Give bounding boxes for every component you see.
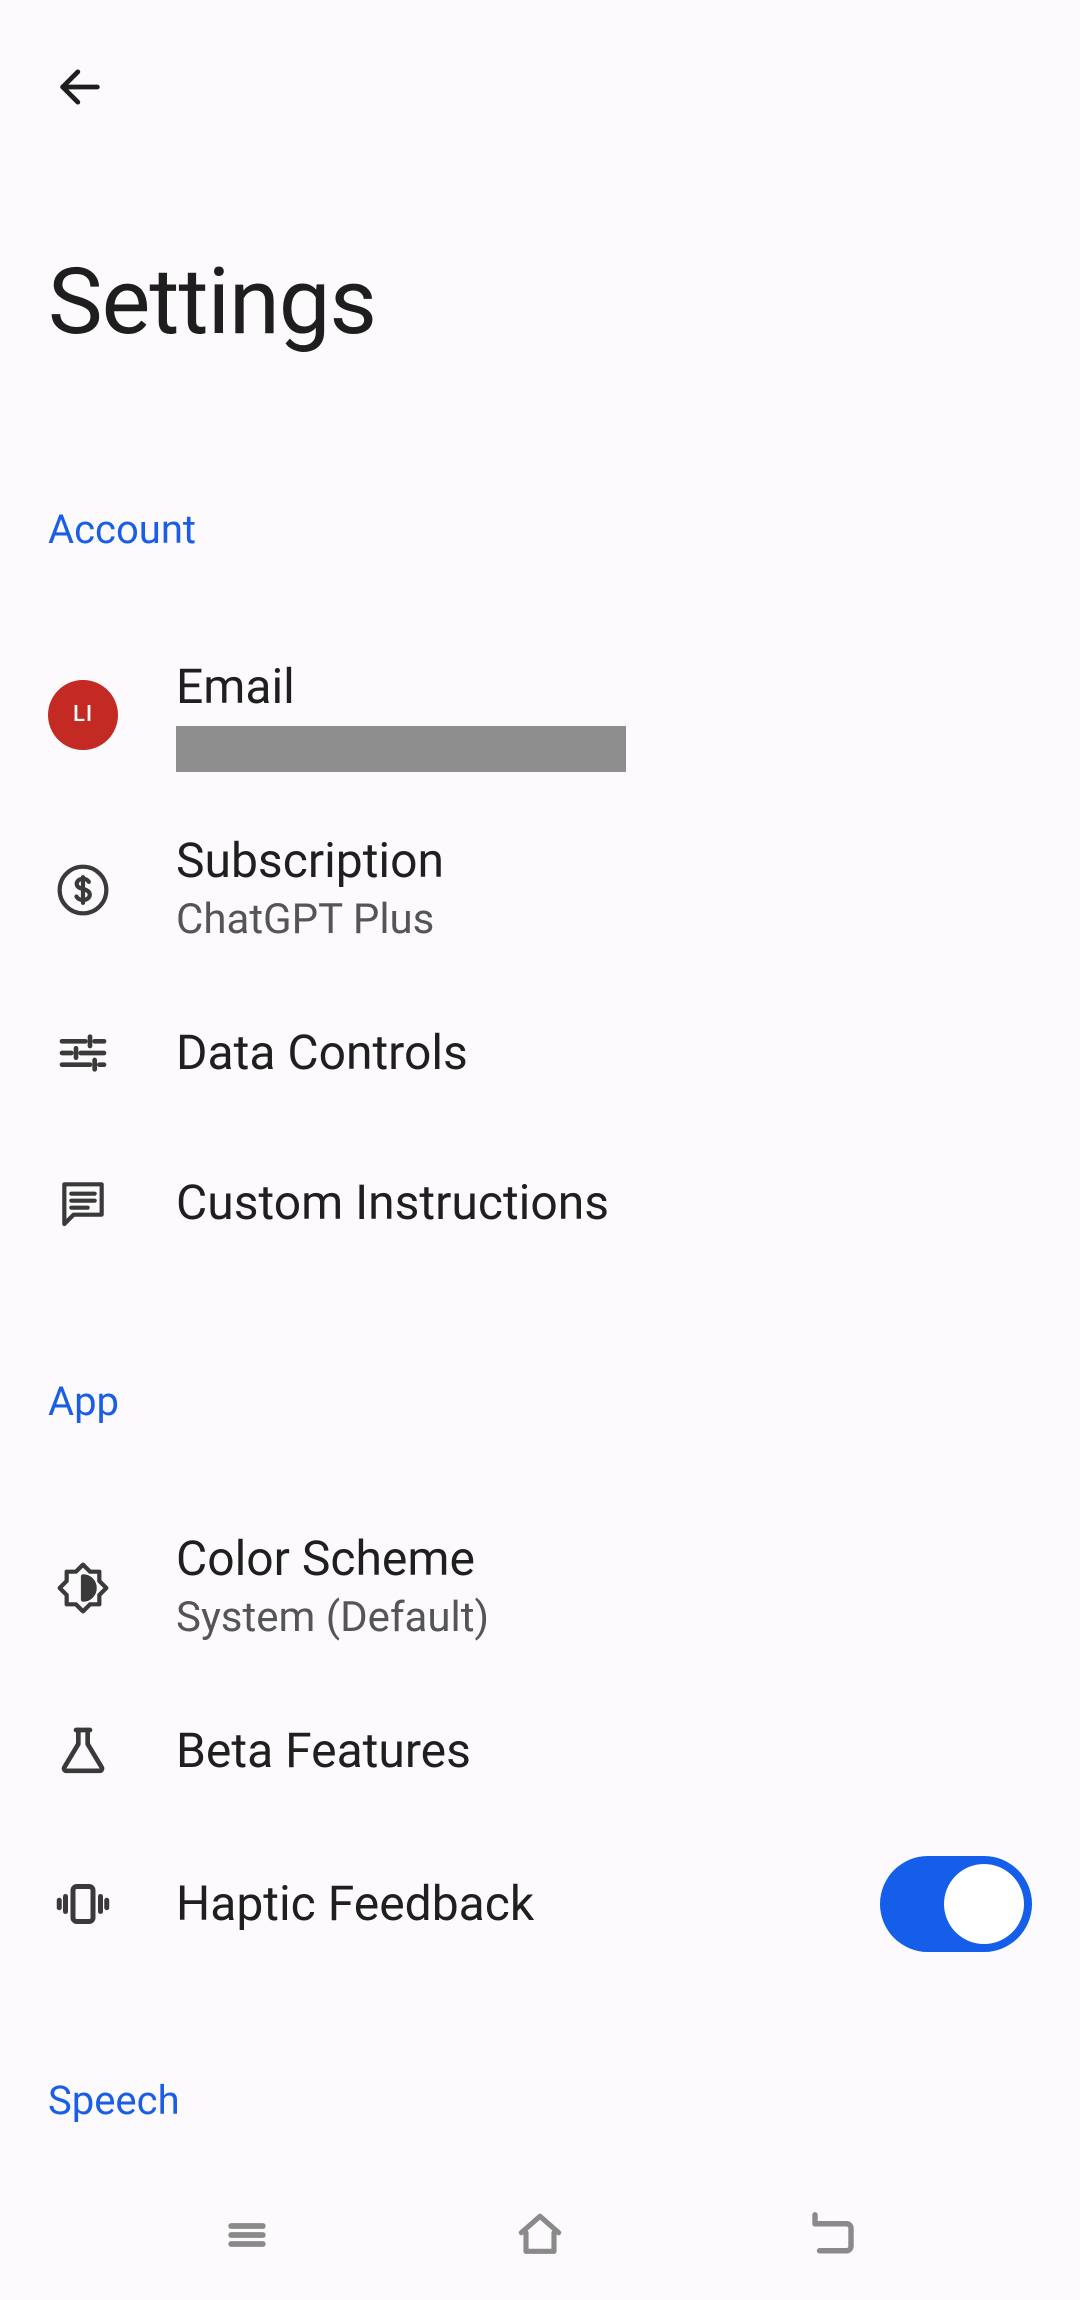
nav-back-button[interactable] [793,2195,873,2275]
row-email[interactable]: LI Email [0,628,1080,802]
row-color-scheme[interactable]: Color Scheme System (Default) [0,1500,1080,1676]
message-icon [55,1175,111,1231]
row-custom-instructions[interactable]: Custom Instructions [0,1128,1080,1278]
arrow-left-icon [54,61,106,113]
row-subscription[interactable]: Subscription ChatGPT Plus [0,802,1080,978]
sliders-icon [55,1025,111,1081]
row-haptic-feedback: Haptic Feedback [0,1826,1080,1982]
haptic-feedback-toggle[interactable] [880,1856,1032,1952]
toggle-knob [944,1864,1024,1944]
row-data-controls[interactable]: Data Controls [0,978,1080,1128]
avatar: LI [48,680,118,750]
back-button[interactable] [48,55,112,119]
row-custom-instructions-title: Custom Instructions [176,1174,1032,1232]
section-header-speech: Speech [0,2077,1080,2124]
vibration-icon [53,1874,113,1934]
brightness-icon [55,1560,111,1616]
row-beta-features-title: Beta Features [176,1722,1032,1780]
section-header-account: Account [0,506,1080,553]
row-color-scheme-title: Color Scheme [176,1530,1032,1588]
row-haptic-feedback-title: Haptic Feedback [176,1875,822,1933]
row-subscription-title: Subscription [176,832,1032,890]
row-data-controls-title: Data Controls [176,1024,1032,1082]
page-title: Settings [0,119,1080,356]
back-icon [806,2208,860,2262]
row-email-value-redacted [176,726,626,772]
nav-home-button[interactable] [500,2195,580,2275]
flask-icon [55,1723,111,1779]
row-email-title: Email [176,658,1032,716]
section-header-app: App [0,1378,1080,1425]
row-color-scheme-value: System (Default) [176,1591,1032,1646]
menu-icon [220,2208,274,2262]
system-navbar [0,2170,1080,2300]
dollar-circle-icon [55,862,111,918]
row-subscription-value: ChatGPT Plus [176,893,1032,948]
row-beta-features[interactable]: Beta Features [0,1676,1080,1826]
nav-recents-button[interactable] [207,2195,287,2275]
home-icon [512,2207,568,2263]
